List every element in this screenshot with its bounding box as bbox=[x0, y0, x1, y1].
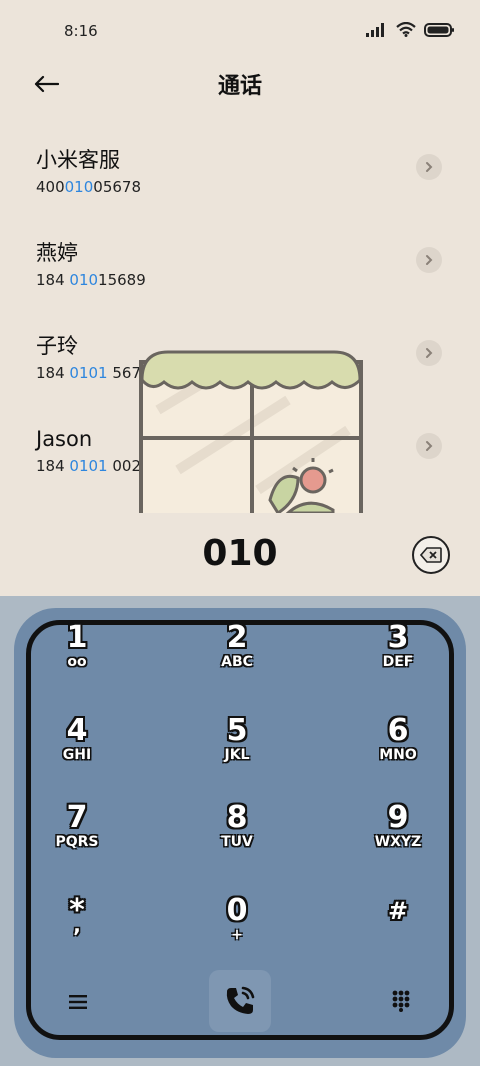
chevron-right-icon[interactable] bbox=[416, 247, 442, 273]
menu-icon bbox=[69, 995, 87, 1009]
contact-number: 184 01015689 bbox=[36, 271, 146, 289]
key-hash[interactable]: # bbox=[338, 895, 458, 975]
phone-call-icon bbox=[226, 986, 255, 1014]
key-star[interactable]: * , bbox=[17, 895, 137, 975]
signal-icon bbox=[366, 22, 384, 37]
chevron-right-icon[interactable] bbox=[416, 433, 442, 459]
dialed-number[interactable]: 010 bbox=[0, 533, 480, 574]
key-8[interactable]: 8 TUV bbox=[177, 802, 297, 882]
status-bar: 8:16 bbox=[0, 0, 480, 62]
key-4[interactable]: 4 GHI bbox=[17, 715, 137, 795]
contact-item-2[interactable]: 燕婷 184 01015689 bbox=[36, 239, 446, 303]
key-2[interactable]: 2 ABC bbox=[177, 622, 297, 702]
page-title: 通话 bbox=[217, 74, 262, 99]
chevron-right-icon[interactable] bbox=[416, 340, 442, 366]
backspace-icon bbox=[420, 547, 442, 563]
call-button[interactable] bbox=[209, 970, 271, 1032]
dialpad-grid-icon bbox=[392, 990, 410, 1012]
key-6[interactable]: 6 MNO bbox=[338, 715, 458, 795]
wifi-icon bbox=[396, 22, 416, 37]
voicemail-icon: oo bbox=[67, 654, 87, 670]
window-sticker-illustration bbox=[139, 350, 363, 513]
contact-number: 40001005678 bbox=[36, 178, 141, 196]
key-0[interactable]: 0 + bbox=[177, 895, 297, 975]
battery-icon bbox=[424, 22, 454, 37]
contact-name: 燕婷 bbox=[36, 241, 78, 265]
chevron-right-icon[interactable] bbox=[416, 154, 442, 180]
key-5[interactable]: 5 JKL bbox=[177, 715, 297, 795]
contact-name: 小米客服 bbox=[36, 148, 120, 172]
app-header: 通话 bbox=[0, 62, 480, 106]
key-7[interactable]: 7 PQRS bbox=[17, 802, 137, 882]
contact-item-1[interactable]: 小米客服 40001005678 bbox=[36, 146, 446, 210]
menu-button[interactable] bbox=[62, 986, 94, 1018]
dialpad-toggle-button[interactable] bbox=[384, 984, 418, 1018]
backspace-button[interactable] bbox=[412, 536, 450, 574]
key-1[interactable]: 1 oo bbox=[17, 622, 137, 702]
key-9[interactable]: 9 WXYZ bbox=[338, 802, 458, 882]
key-3[interactable]: 3 DEF bbox=[338, 622, 458, 702]
status-time: 8:16 bbox=[64, 22, 98, 40]
status-icons bbox=[366, 22, 454, 37]
